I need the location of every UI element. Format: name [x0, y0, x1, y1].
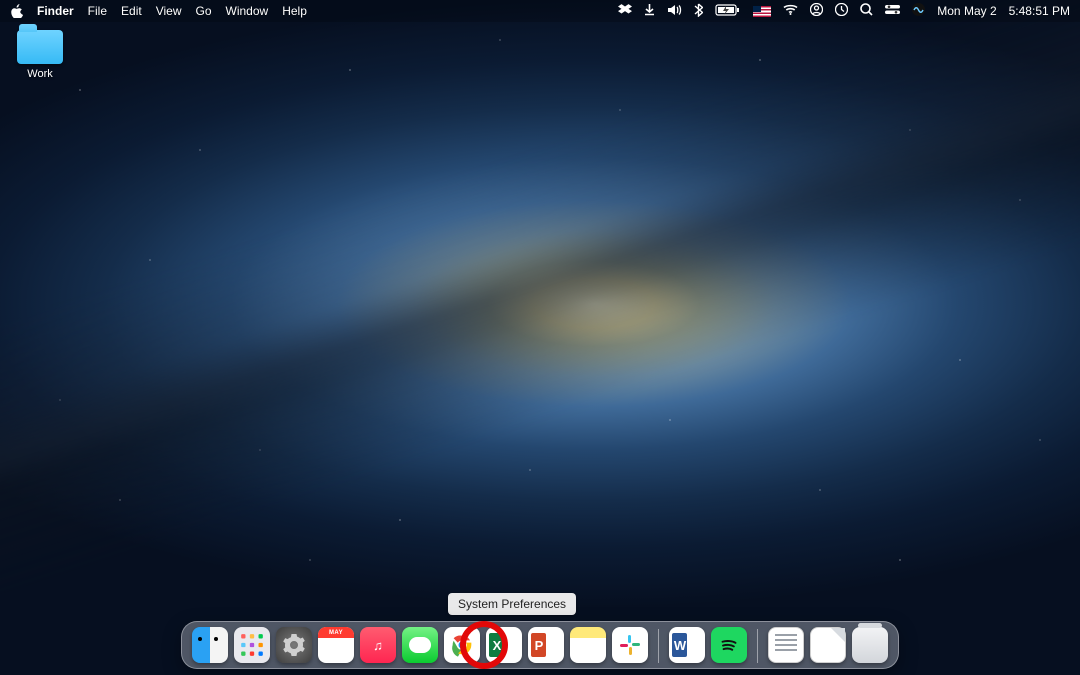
- dock-trash[interactable]: [852, 627, 888, 663]
- dock-app-calendar[interactable]: MAY 2: [318, 627, 354, 663]
- dock-document-1[interactable]: [768, 627, 804, 663]
- dock-region: System Preferences MAY 2 ♫ X P: [181, 621, 899, 669]
- menu-view[interactable]: View: [156, 4, 182, 18]
- menu-help[interactable]: Help: [282, 4, 307, 18]
- folder-icon: [17, 30, 63, 64]
- spotlight-icon[interactable]: [860, 3, 873, 19]
- dock-app-excel[interactable]: X: [486, 627, 522, 663]
- download-icon[interactable]: [644, 3, 655, 19]
- dock: MAY 2 ♫ X P W: [181, 621, 899, 669]
- dock-separator: [757, 629, 758, 663]
- control-center-icon[interactable]: [885, 4, 900, 18]
- dock-app-chrome[interactable]: [444, 627, 480, 663]
- dock-document-2[interactable]: [810, 627, 846, 663]
- menubar-time[interactable]: 5:48:51 PM: [1009, 4, 1070, 18]
- wallpaper-stars: [0, 0, 1080, 675]
- menu-window[interactable]: Window: [226, 4, 269, 18]
- dock-app-launchpad[interactable]: [234, 627, 270, 663]
- menu-edit[interactable]: Edit: [121, 4, 142, 18]
- menubar: Finder File Edit View Go Window Help Mon…: [0, 0, 1080, 22]
- battery-icon[interactable]: [715, 4, 741, 19]
- desktop-item-label: Work: [12, 68, 68, 80]
- wallpaper-galaxy: [0, 0, 1080, 610]
- dock-app-notes[interactable]: [570, 627, 606, 663]
- menu-go[interactable]: Go: [196, 4, 212, 18]
- input-flag-us-icon[interactable]: [753, 6, 771, 17]
- desktop[interactable]: Finder File Edit View Go Window Help Mon…: [0, 0, 1080, 675]
- volume-icon[interactable]: [667, 4, 682, 19]
- dropbox-icon[interactable]: [618, 4, 632, 19]
- menu-file[interactable]: File: [88, 4, 107, 18]
- dock-app-slack[interactable]: [612, 627, 648, 663]
- calendar-day: 2: [318, 638, 354, 659]
- siri-icon[interactable]: [912, 3, 925, 19]
- dock-app-system-preferences[interactable]: [276, 627, 312, 663]
- bluetooth-icon[interactable]: [694, 3, 703, 20]
- user-icon[interactable]: [810, 3, 823, 19]
- dock-separator: [658, 629, 659, 663]
- dock-app-powerpoint[interactable]: P: [528, 627, 564, 663]
- menubar-date[interactable]: Mon May 2: [937, 4, 996, 18]
- desktop-folder-work[interactable]: Work: [12, 30, 68, 80]
- dock-app-messages[interactable]: [402, 627, 438, 663]
- wifi-icon[interactable]: [783, 4, 798, 18]
- dock-tooltip: System Preferences: [448, 593, 576, 615]
- dock-app-music[interactable]: ♫: [360, 627, 396, 663]
- dock-app-finder[interactable]: [192, 627, 228, 663]
- apple-menu[interactable]: [10, 4, 23, 18]
- active-app-name[interactable]: Finder: [37, 4, 74, 18]
- dock-app-spotify[interactable]: [711, 627, 747, 663]
- calendar-month: MAY: [318, 627, 354, 638]
- dock-app-word[interactable]: W: [669, 627, 705, 663]
- clock-analog-icon[interactable]: [835, 3, 848, 19]
